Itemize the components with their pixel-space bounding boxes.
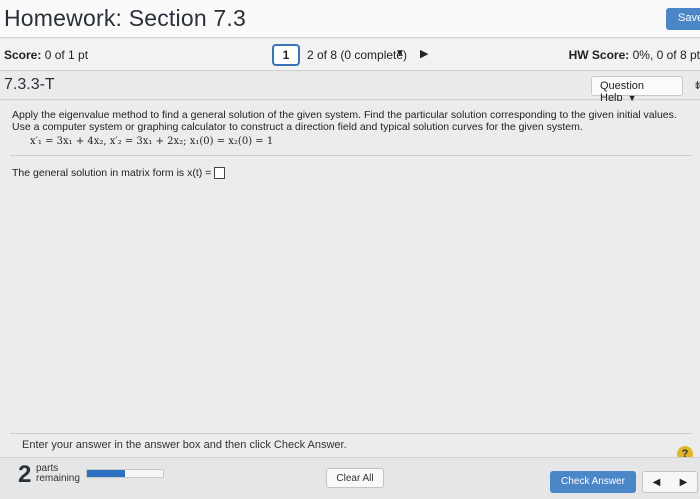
hw-score-value: 0%, 0 of 8 pts — [632, 48, 700, 62]
parts-progress-fill — [87, 470, 125, 477]
parts-remaining-count: 2 — [18, 461, 32, 488]
hw-score-label: HW Score: — [568, 48, 630, 62]
answer-input-box[interactable] — [214, 167, 226, 179]
check-answer-button[interactable]: Check Answer — [550, 471, 636, 493]
pin-icon[interactable]: ⇟ — [693, 79, 700, 92]
parts-progress-bar — [86, 469, 164, 478]
equation: x′₁ = 3x₁ + 4x₂, x′₂ = 3x₁ + 2x₂; x₁(0) … — [30, 136, 274, 147]
score: Score: 0 of 1 pt — [4, 48, 88, 62]
answer-line: The general solution in matrix form is x… — [12, 167, 226, 179]
parts-remaining-label: parts remaining — [36, 463, 80, 484]
question-content: Apply the eigenvalue method to find a ge… — [0, 101, 700, 463]
answer-prompt: The general solution in matrix form is x… — [12, 167, 212, 179]
divider — [10, 433, 692, 434]
bottom-bar: 2 parts remaining Clear All Check Answer… — [0, 457, 700, 499]
score-value: 0 of 1 pt — [44, 48, 89, 62]
question-progress-dropdown[interactable]: 2 of 8 (0 complete) — [307, 48, 407, 62]
question-id: 7.3.3-T — [4, 76, 55, 93]
answer-hint: Enter your answer in the answer box and … — [22, 439, 347, 451]
score-label: Score: — [4, 48, 42, 62]
question-nav: ◀ ▶ — [642, 471, 698, 493]
parts-remaining-text: parts remaining — [36, 463, 80, 484]
chevron-down-icon[interactable]: ▼ — [395, 48, 405, 59]
question-instructions: Apply the eigenvalue method to find a ge… — [12, 109, 677, 133]
page-title: Homework: Section 7.3 — [4, 5, 246, 31]
question-help-button[interactable]: Question Help ▼ — [591, 76, 683, 104]
title-bar: Homework: Section 7.3 Save — [0, 0, 700, 38]
hw-score: HW Score: 0%, 0 of 8 pts — [569, 48, 700, 62]
save-button[interactable]: Save — [666, 8, 700, 30]
next-arrow-icon[interactable]: ▶ — [680, 477, 688, 488]
question-number-button[interactable]: 1 — [272, 44, 300, 66]
score-bar: Score: 0 of 1 pt 1 2 of 8 (0 complete) ▼… — [0, 39, 700, 71]
previous-arrow-icon[interactable]: ◀ — [653, 477, 661, 488]
divider — [10, 155, 692, 156]
question-id-bar: 7.3.3-T Question Help ▼ — [0, 72, 700, 104]
next-question-arrow-icon[interactable]: ▶ — [420, 47, 428, 60]
clear-all-button[interactable]: Clear All — [326, 468, 384, 488]
